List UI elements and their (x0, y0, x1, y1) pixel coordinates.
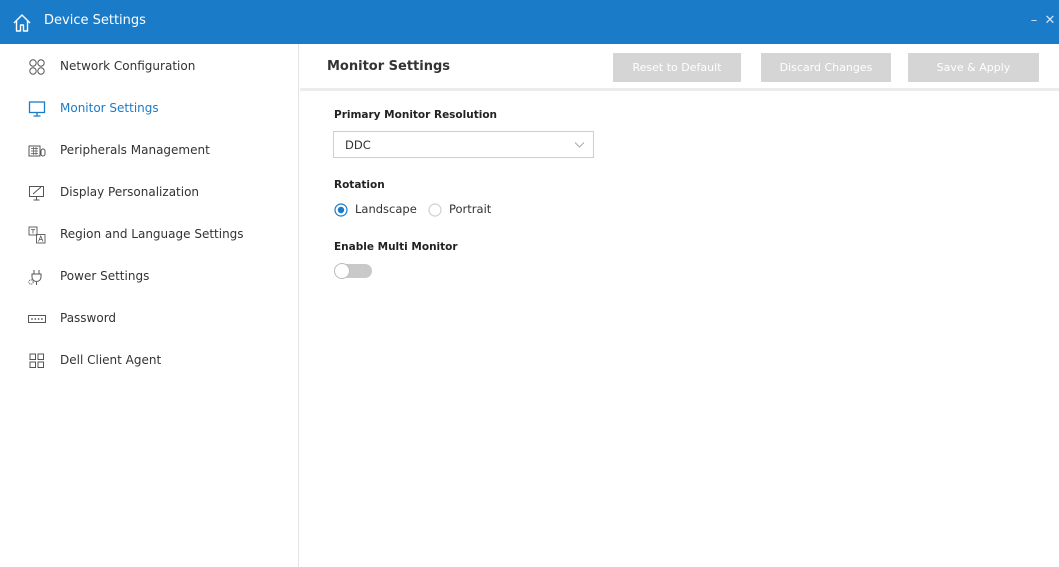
home-icon[interactable] (12, 13, 32, 33)
rotation-landscape-radio[interactable]: Landscape (334, 202, 424, 218)
sidebar-item-peripherals-management[interactable]: Peripherals Management (0, 131, 298, 171)
rotation-label: Rotation (334, 179, 385, 191)
sidebar-item-network-configuration[interactable]: Network Configuration (0, 47, 298, 87)
rotation-portrait-radio[interactable]: Portrait (428, 202, 508, 218)
password-icon (28, 315, 46, 323)
radio-unselected-icon (428, 203, 442, 217)
language-icon (28, 226, 46, 244)
network-icon (29, 59, 45, 75)
sidebar-item-power-settings[interactable]: Power Settings (0, 257, 298, 297)
sidebar: Network Configuration Monitor Settings P… (0, 44, 299, 567)
monitor-icon (28, 101, 46, 117)
sidebar-item-label: Region and Language Settings (60, 227, 244, 241)
radio-selected-icon (334, 203, 348, 217)
save-and-apply-button[interactable]: Save & Apply (908, 53, 1039, 82)
sidebar-item-label: Monitor Settings (60, 101, 159, 115)
sidebar-item-label: Network Configuration (60, 59, 196, 73)
main-panel: Monitor Settings Reset to Default Discar… (300, 44, 1059, 567)
sidebar-item-label: Password (60, 311, 117, 325)
sidebar-item-monitor-settings[interactable]: Monitor Settings (0, 89, 298, 129)
agent-grid-icon (29, 353, 44, 368)
discard-changes-button[interactable]: Discard Changes (761, 53, 891, 82)
radio-label: Landscape (355, 202, 417, 216)
reset-to-default-button[interactable]: Reset to Default (613, 53, 741, 82)
window-title: Device Settings (44, 13, 146, 28)
sidebar-item-label: Display Personalization (60, 185, 200, 199)
resolution-label: Primary Monitor Resolution (334, 109, 498, 121)
minimize-button[interactable]: – (1027, 13, 1041, 29)
display-pen-icon (29, 186, 44, 201)
sidebar-item-password[interactable]: Password (0, 299, 298, 339)
sidebar-item-label: Power Settings (60, 269, 150, 283)
sidebar-item-label: Peripherals Management (60, 143, 210, 157)
power-plug-icon (28, 270, 42, 285)
chevron-down-icon (574, 142, 585, 148)
keyboard-icon (28, 145, 46, 157)
sidebar-item-display-personalization[interactable]: Display Personalization (0, 173, 298, 213)
sidebar-item-region-and-language-settings[interactable]: Region and Language Settings (0, 215, 298, 255)
title-bar: Device Settings – ✕ (0, 0, 1059, 44)
multi-monitor-toggle[interactable] (334, 263, 372, 279)
radio-label: Portrait (449, 202, 492, 216)
content-header: Monitor Settings Reset to Default Discar… (300, 44, 1059, 91)
sidebar-item-label: Dell Client Agent (60, 353, 162, 367)
resolution-select[interactable]: DDC (333, 131, 594, 158)
multi-monitor-label: Enable Multi Monitor (334, 241, 458, 253)
close-button[interactable]: ✕ (1043, 13, 1057, 29)
page-title: Monitor Settings (327, 59, 451, 74)
sidebar-item-dell-client-agent[interactable]: Dell Client Agent (0, 341, 298, 381)
resolution-value: DDC (345, 138, 371, 152)
toggle-knob (334, 263, 350, 279)
